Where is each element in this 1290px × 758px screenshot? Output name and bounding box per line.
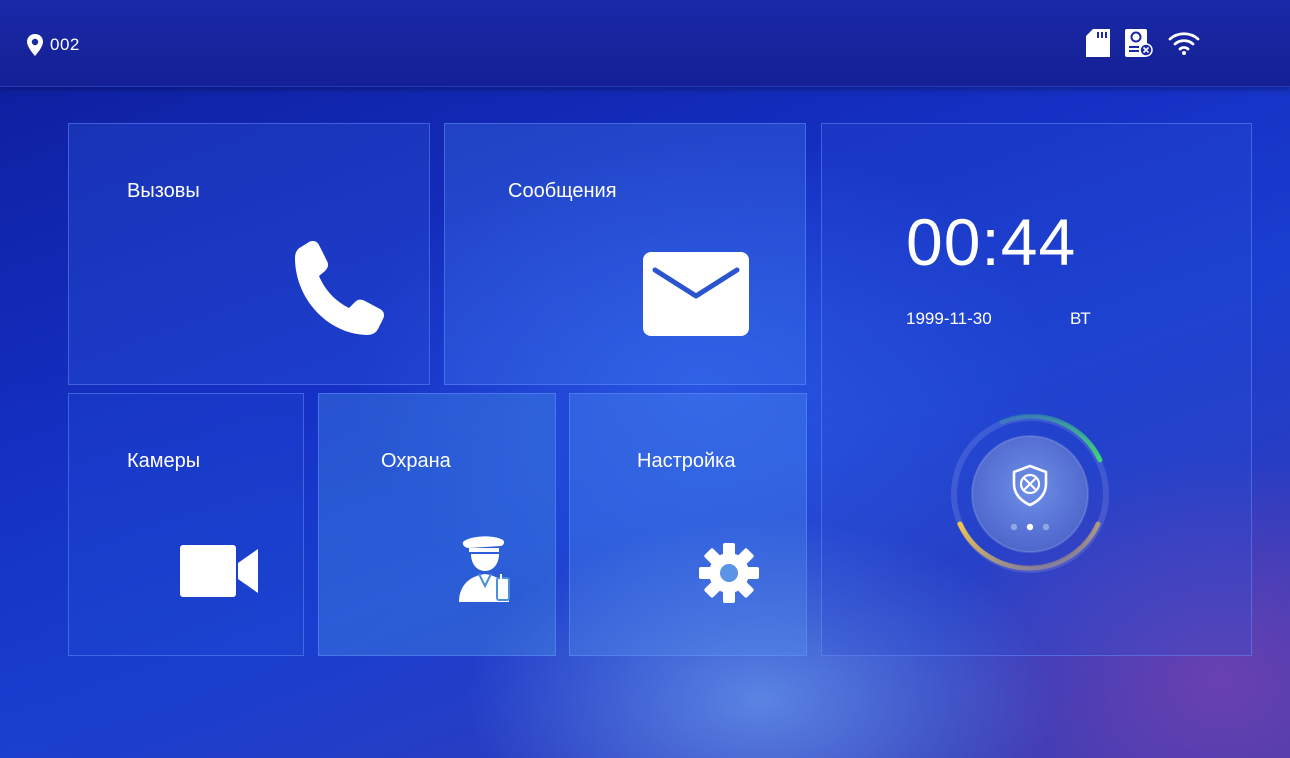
clock-time: 00:44 [906,205,1077,279]
phone-icon [295,241,384,335]
status-bar: 002 [0,0,1290,87]
tile-cameras[interactable]: Камеры [68,393,304,656]
tile-cameras-label: Камеры [127,450,201,472]
envelope-icon [643,252,749,336]
location-indicator: 002 [26,34,80,56]
tile-security-label: Охрана [381,450,451,472]
sd-card-icon [1086,29,1110,57]
tile-security[interactable]: Охрана [318,393,556,656]
tile-messages[interactable]: Сообщения [444,123,806,385]
tile-calls[interactable]: Вызовы [68,123,430,385]
arming-ring [951,413,1109,573]
clock-date: 1999-11-30 [906,309,992,328]
guard-icon [459,536,510,602]
tile-messages-label: Сообщения [508,180,617,202]
status-icons [1086,28,1200,58]
wifi-icon [1168,32,1200,55]
tile-calls-label: Вызовы [127,180,200,202]
location-number: 002 [50,35,80,54]
gear-icon [699,543,759,603]
tile-settings-label: Настройка [637,450,736,472]
clock-panel: 00:44 1999-11-30 ВТ [821,123,1252,656]
doorbell-offline-icon [1125,29,1153,57]
location-pin-icon [27,34,43,56]
arming-dial[interactable] [950,413,1110,574]
tile-settings[interactable]: Настройка [569,393,807,656]
clock-weekday: ВТ [1070,309,1091,328]
video-camera-icon [180,545,258,597]
